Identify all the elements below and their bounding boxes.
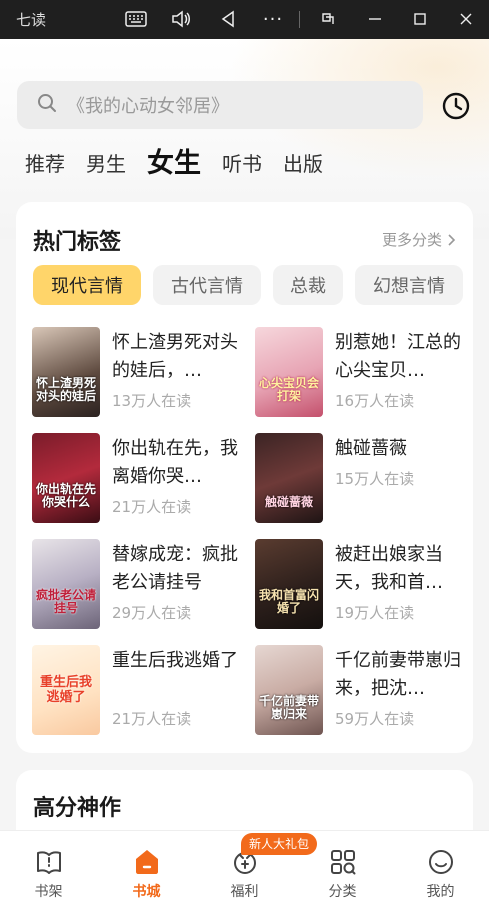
window-title-bar: 七读 ··· bbox=[0, 0, 489, 39]
high-score-title: 高分神作 bbox=[33, 796, 122, 821]
book-title: 怀上渣男死对头的娃后，… bbox=[112, 332, 238, 381]
bookstore-home-icon bbox=[135, 850, 158, 874]
book-item[interactable]: 疯批老公请挂号 替嫁成宠：疯批老公请挂号 29万人在读 bbox=[32, 539, 242, 629]
book-readers: 59万人在读 bbox=[335, 710, 415, 728]
book-item[interactable]: 心尖宝贝会打架 别惹她！江总的心尖宝贝… 16万人在读 bbox=[255, 327, 465, 417]
search-placeholder: 《我的心动女邻居》 bbox=[67, 96, 229, 117]
tag-ceo[interactable]: 总裁 bbox=[273, 265, 343, 305]
book-readers: 21万人在读 bbox=[112, 710, 192, 728]
app-title: 七读 bbox=[16, 11, 47, 29]
bookshelf-icon bbox=[36, 851, 61, 874]
book-cover: 触碰蔷薇 bbox=[255, 433, 323, 523]
book-item[interactable]: 我和首富闪婚了 被赶出娘家当天，我和首… 19万人在读 bbox=[255, 539, 465, 629]
book-cover: 重生后我逃婚了 bbox=[32, 645, 100, 735]
nav-bookshelf[interactable]: 书架 bbox=[0, 831, 97, 908]
book-title: 替嫁成宠：疯批老公请挂号 bbox=[112, 544, 238, 593]
book-readers: 16万人在读 bbox=[335, 392, 415, 410]
profile-smile-icon bbox=[428, 850, 453, 874]
book-cover: 心尖宝贝会打架 bbox=[255, 327, 323, 417]
book-cover: 我和首富闪婚了 bbox=[255, 539, 323, 629]
book-title: 触碰蔷薇 bbox=[335, 438, 407, 459]
more-categories-label: 更多分类 bbox=[381, 231, 442, 249]
tab-female[interactable]: 女生 bbox=[147, 146, 201, 182]
nav-bookstore[interactable]: 书城 bbox=[98, 831, 195, 908]
tag-ancient-romance[interactable]: 古代言情 bbox=[153, 265, 261, 305]
tag-modern-romance[interactable]: 现代言情 bbox=[33, 265, 141, 305]
history-clock-icon[interactable] bbox=[442, 92, 470, 120]
tag-filter-row: 现代言情 古代言情 总裁 幻想言情 bbox=[33, 265, 463, 305]
search-bar[interactable]: 《我的心动女邻居》 bbox=[17, 81, 423, 129]
book-readers: 19万人在读 bbox=[335, 604, 415, 622]
keyboard-icon[interactable] bbox=[123, 7, 149, 31]
book-cover: 怀上渣男死对头的娃后 bbox=[32, 327, 100, 417]
minimize-icon[interactable] bbox=[365, 7, 385, 31]
book-item[interactable]: 你出轨在先你哭什么 你出轨在先，我离婚你哭… 21万人在读 bbox=[32, 433, 242, 523]
hot-tags-title: 热门标签 bbox=[33, 230, 122, 255]
book-item[interactable]: 触碰蔷薇 触碰蔷薇 15万人在读 bbox=[255, 433, 465, 523]
book-readers: 21万人在读 bbox=[112, 498, 192, 516]
book-cover: 千亿前妻带崽归来 bbox=[255, 645, 323, 735]
back-icon[interactable] bbox=[218, 7, 238, 31]
category-grid-icon bbox=[330, 850, 355, 875]
more-categories-link[interactable]: 更多分类 bbox=[382, 229, 457, 250]
book-title: 千亿前妻带崽归来，把沈… bbox=[335, 650, 461, 699]
book-readers: 15万人在读 bbox=[335, 470, 415, 488]
close-icon[interactable] bbox=[456, 7, 476, 31]
book-cover: 疯批老公请挂号 bbox=[32, 539, 100, 629]
new-user-gift-badge[interactable]: 新人大礼包 bbox=[241, 833, 318, 855]
book-title: 别惹她！江总的心尖宝贝… bbox=[335, 332, 461, 381]
chevron-right-icon bbox=[448, 233, 456, 246]
book-title: 被赶出娘家当天，我和首… bbox=[335, 544, 443, 593]
book-cover: 你出轨在先你哭什么 bbox=[32, 433, 100, 523]
maximize-icon[interactable] bbox=[410, 7, 430, 31]
channel-tabs: 推荐 男生 女生 听书 出版 bbox=[25, 146, 344, 182]
book-title: 你出轨在先，我离婚你哭… bbox=[112, 438, 238, 487]
tab-audiobook[interactable]: 听书 bbox=[222, 146, 262, 182]
book-readers: 29万人在读 bbox=[112, 604, 192, 622]
book-item[interactable]: 千亿前妻带崽归来 千亿前妻带崽归来，把沈… 59万人在读 bbox=[255, 645, 465, 735]
book-title: 重生后我逃婚了 bbox=[112, 650, 238, 671]
search-icon bbox=[37, 93, 57, 117]
book-item[interactable]: 怀上渣男死对头的娃后 怀上渣男死对头的娃后，… 13万人在读 bbox=[32, 327, 242, 417]
book-item[interactable]: 重生后我逃婚了 重生后我逃婚了 21万人在读 bbox=[32, 645, 242, 735]
pin-window-icon[interactable] bbox=[318, 7, 338, 31]
title-bar-divider bbox=[299, 11, 300, 28]
tab-male[interactable]: 男生 bbox=[86, 146, 126, 182]
hot-tags-card: 热门标签 更多分类 现代言情 古代言情 总裁 幻想言情 怀上渣男死对头的娃后 怀… bbox=[16, 202, 473, 753]
tab-recommend[interactable]: 推荐 bbox=[25, 146, 65, 182]
more-options-icon[interactable]: ··· bbox=[262, 7, 284, 31]
book-readers: 13万人在读 bbox=[112, 392, 192, 410]
tag-fantasy-romance[interactable]: 幻想言情 bbox=[355, 265, 463, 305]
nav-me[interactable]: 我的 bbox=[392, 831, 489, 908]
volume-icon[interactable] bbox=[170, 7, 192, 31]
tab-publish[interactable]: 出版 bbox=[283, 146, 323, 182]
